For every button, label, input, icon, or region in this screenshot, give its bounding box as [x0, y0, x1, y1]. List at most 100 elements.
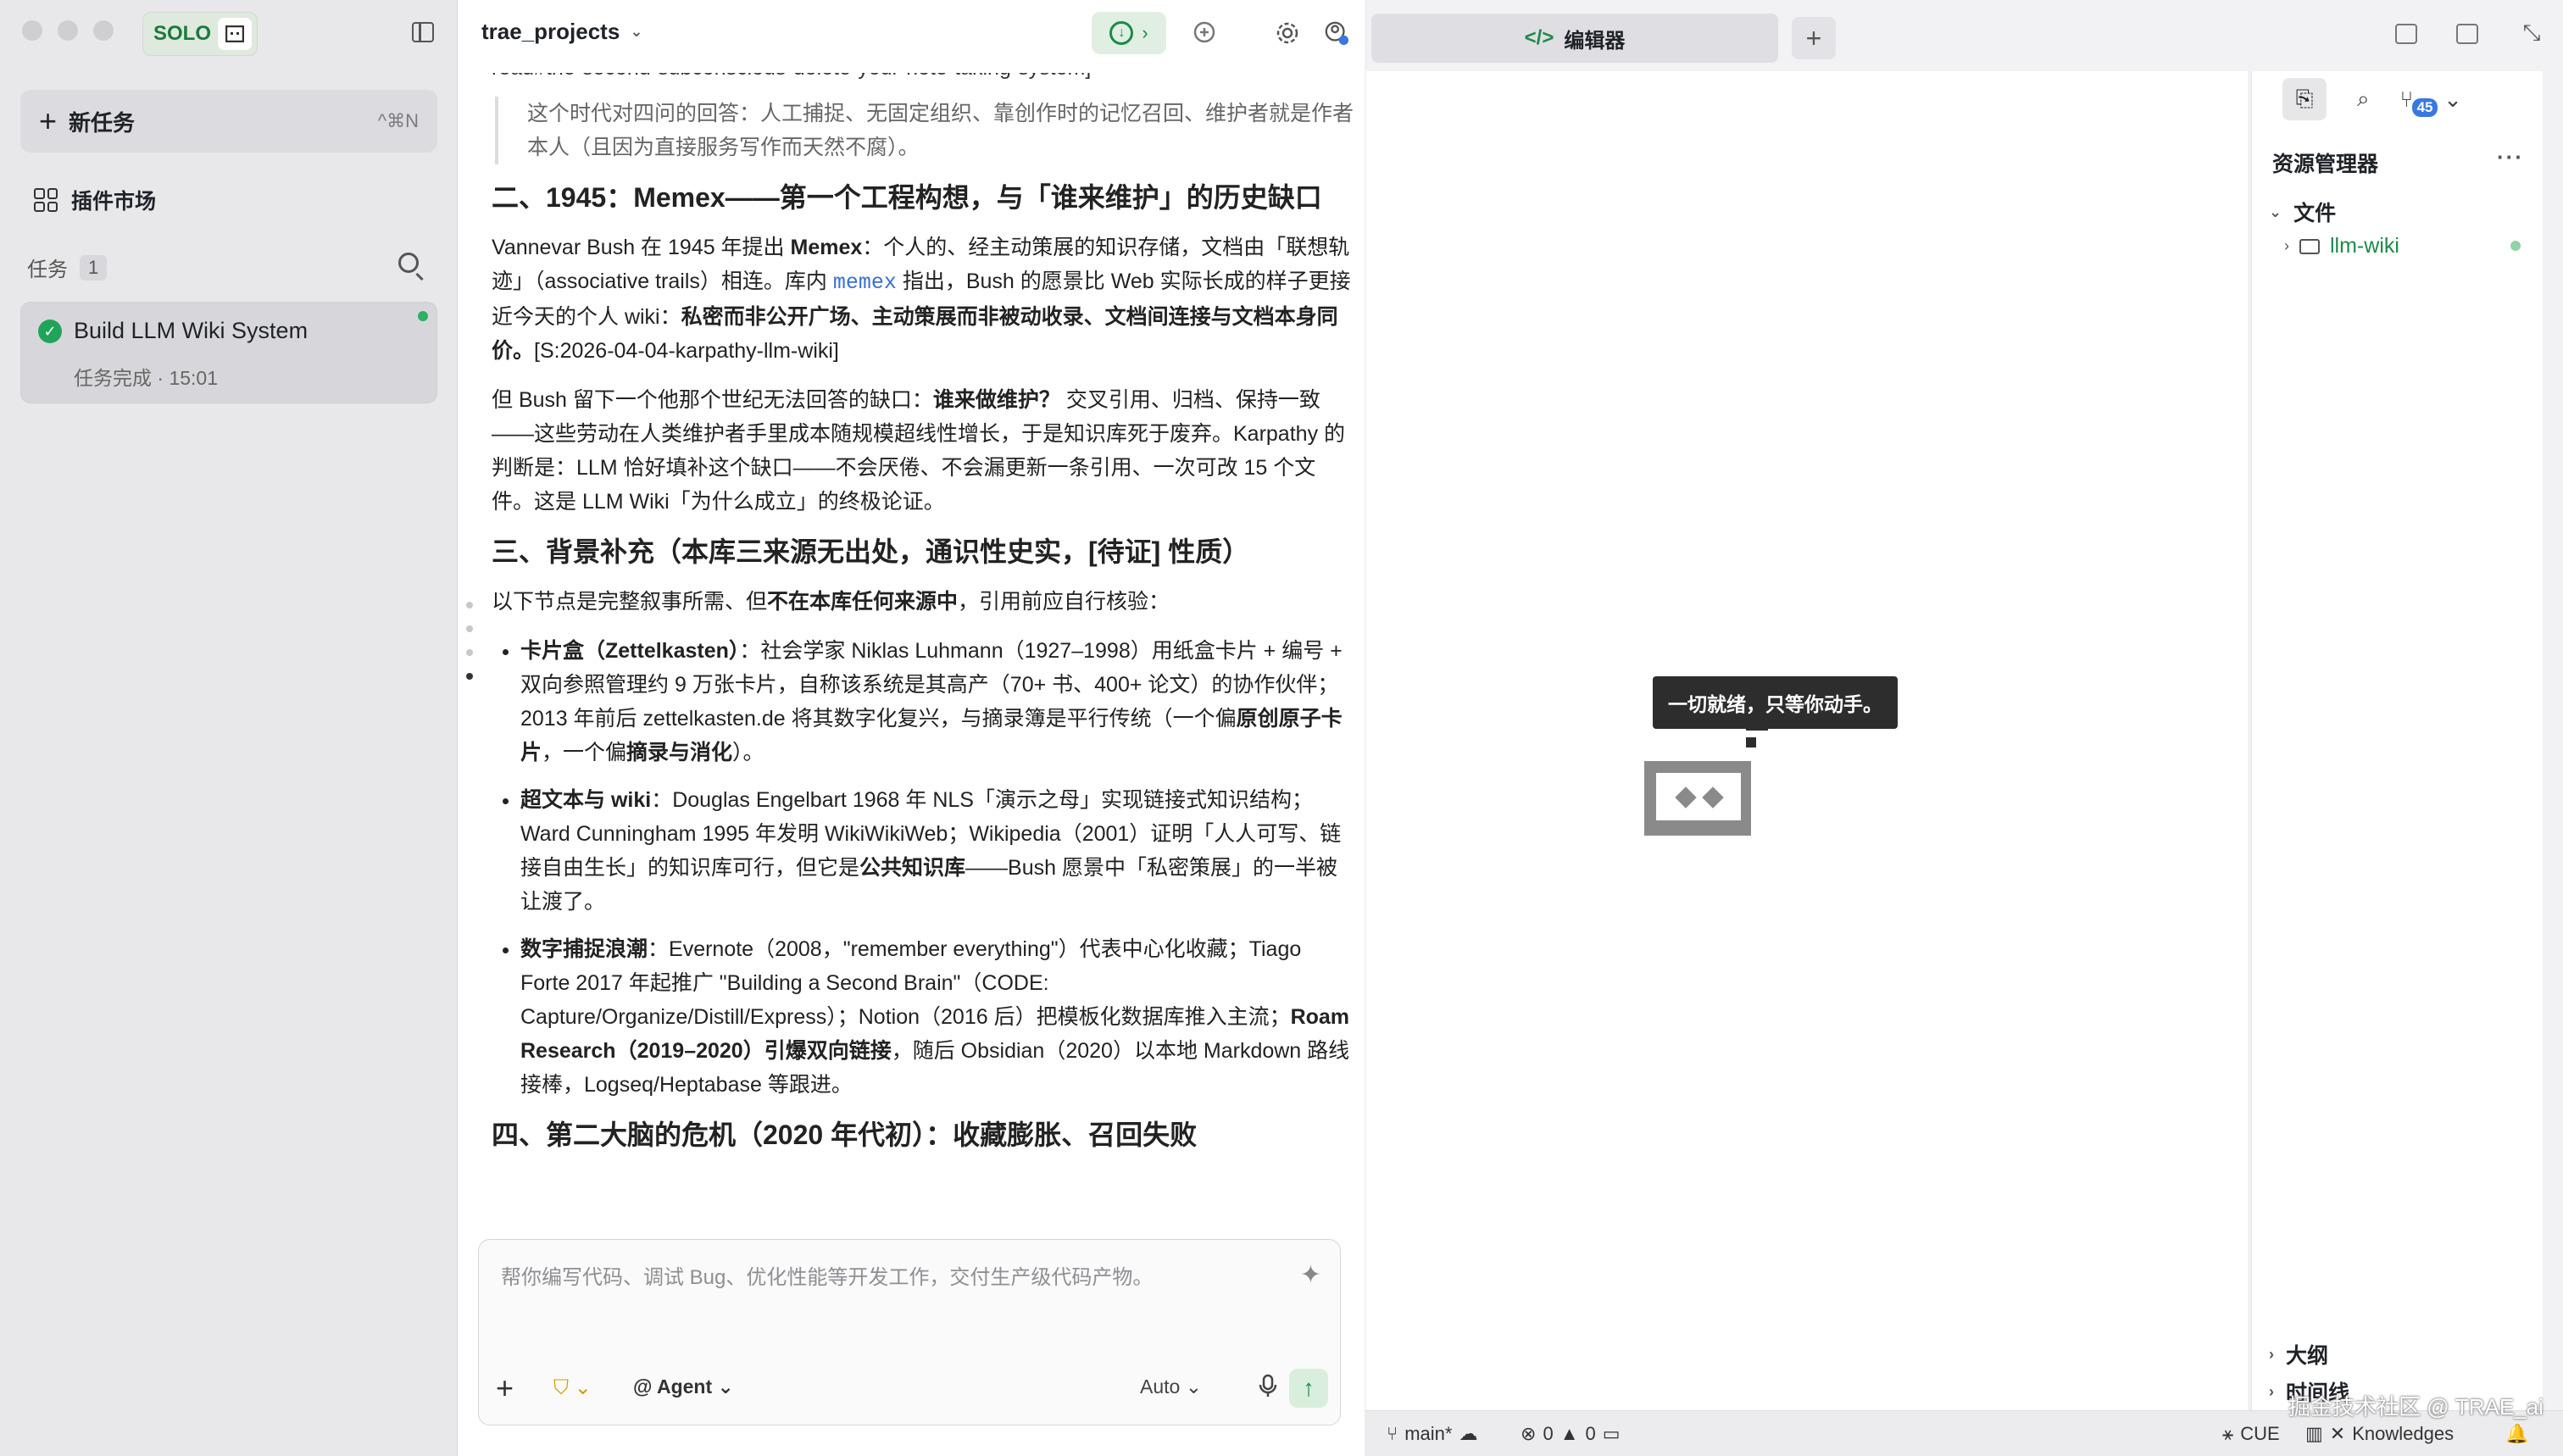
- agent-label: @ Agent: [633, 1375, 713, 1398]
- new-task-button[interactable]: + 新任务 ^⌘N: [20, 90, 437, 153]
- knowledges-button[interactable]: ▥ ✕ Knowledges: [2305, 1423, 2454, 1445]
- task-title: Build LLM Wiki System: [74, 318, 309, 343]
- source-control-icon[interactable]: ⑂ 45: [2400, 86, 2438, 117]
- search-files-icon[interactable]: ⌕: [2357, 86, 2370, 113]
- file-explorer: ⎘ ⌕ ⑂ 45 ⌄ 资源管理器 ··· ⌄ 文件 › llm-wiki › 大纲…: [2251, 71, 2543, 1412]
- model-label: Auto: [1140, 1375, 1181, 1398]
- send-button[interactable]: ↑: [1289, 1369, 1328, 1408]
- git-branch-icon: ⑂: [1387, 1423, 1398, 1444]
- tasks-label: 任务: [27, 258, 68, 281]
- section-heading: 二、1945：Memex——第一个工程构想，与「谁来维护」的历史缺口: [492, 182, 1322, 213]
- list-item: 超文本与 wiki：Douglas Engelbart 1968 年 NLS「演…: [520, 783, 1356, 919]
- modified-dot: [2510, 241, 2521, 251]
- more-icon[interactable]: ···: [2497, 144, 2524, 170]
- gear-icon[interactable]: [1275, 20, 1300, 46]
- error-count: 0: [1543, 1423, 1554, 1444]
- files-section-header[interactable]: ⌄ 文件: [2269, 197, 2336, 227]
- add-tab-button[interactable]: +: [1792, 17, 1836, 59]
- warning-icon: ▲: [1559, 1423, 1579, 1444]
- minimize-window-button[interactable]: [58, 20, 78, 41]
- chevron-down-icon[interactable]: ⌄: [2443, 86, 2462, 113]
- panel-right-icon[interactable]: [2456, 24, 2478, 44]
- tasks-count-badge: 1: [80, 254, 108, 281]
- tab-editor[interactable]: </> 编辑器: [1371, 14, 1778, 63]
- input-placeholder: 帮你编写代码、调试 Bug、优化性能等开发工作，交付生产级代码产物。: [501, 1266, 1154, 1289]
- warning-count: 0: [1585, 1423, 1596, 1444]
- task-item[interactable]: ✓ Build LLM Wiki System 任务完成 · 15:01: [20, 302, 437, 403]
- plus-icon: +: [39, 103, 58, 138]
- project-selector[interactable]: trae_projects ⌄: [481, 19, 642, 45]
- new-chat-icon[interactable]: [1192, 20, 1217, 46]
- task-status: 任务完成 · 15:01: [74, 367, 218, 389]
- left-sidebar: SOLO + 新任务 ^⌘N 插件市场 任务 1 ✓ Build LLM Wik…: [0, 0, 458, 1456]
- list-item: 数字捕捉浪潮：Evernote（2008，"remember everythin…: [520, 932, 1356, 1102]
- inline-code[interactable]: memex: [833, 270, 897, 295]
- list-item: 卡片盒（Zettelkasten）：社会学家 Niklas Luhmann（19…: [520, 634, 1356, 770]
- empty-state-tooltip: 一切就绪，只等你动手。: [1653, 676, 1898, 729]
- microphone-icon[interactable]: [1259, 1374, 1277, 1403]
- paragraph: 以下节点是完整叙事所需、但不在本库任何来源中，引用前应自行核验：: [492, 590, 1170, 614]
- solo-mode-toggle[interactable]: SOLO: [142, 12, 258, 56]
- code-icon: </>: [1524, 26, 1554, 49]
- plugin-market-link[interactable]: 插件市场: [34, 185, 156, 215]
- blockquote: 这个时代对四问的回答：人工捕捉、无固定组织、靠创作时的记忆召回、维护者就是作者本…: [495, 97, 1356, 164]
- message-content: read#the-second-subconscious-delete-your…: [492, 73, 1356, 1212]
- link-text: read#the-second-subconscious-delete-your…: [492, 73, 1356, 85]
- panel-bottom-icon[interactable]: [2395, 24, 2417, 44]
- folder-name: llm-wiki: [2330, 234, 2399, 258]
- add-attachment-button[interactable]: +: [496, 1370, 514, 1406]
- collapse-icon[interactable]: ⤡: [2519, 19, 2544, 46]
- new-task-shortcut: ^⌘N: [377, 110, 419, 131]
- plugins-icon: [34, 188, 58, 212]
- chevron-right-icon: ›: [2269, 1345, 2274, 1363]
- problems-indicator[interactable]: ⊗ 0 ▲ 0 ▭: [1521, 1423, 1621, 1445]
- download-button[interactable]: ↓ ›: [1092, 12, 1166, 54]
- tasks-header: 任务 1: [27, 253, 108, 282]
- sidebar-toggle-icon[interactable]: [412, 22, 434, 42]
- explorer-toolbar: ⎘ ⌕ ⑂ 45 ⌄: [2252, 71, 2543, 127]
- section-heading: 三、背景补充（本库三来源无出处，通识性史实，[待证] 性质）: [492, 536, 1250, 567]
- robot-icon: [1636, 720, 1768, 847]
- watermark: 掘金技术社区 @ TRAE_ai: [2288, 1394, 2544, 1420]
- robot-icon: [218, 18, 252, 50]
- sparkle-icon[interactable]: ✦: [1300, 1260, 1321, 1290]
- language-label: CUE: [2240, 1423, 2280, 1444]
- model-selector[interactable]: Auto ⌄: [1140, 1375, 1202, 1398]
- branch-name: main*: [1404, 1423, 1453, 1444]
- zoom-window-button[interactable]: [93, 20, 114, 41]
- tab-label: 编辑器: [1564, 29, 1626, 53]
- outline-nav-dots[interactable]: [466, 602, 473, 680]
- check-circle-icon: ✓: [38, 320, 62, 343]
- chevron-down-icon: ⌄: [2269, 203, 2282, 220]
- files-label: 文件: [2293, 202, 2337, 225]
- search-icon[interactable]: [398, 253, 419, 273]
- language-mode[interactable]: ⚹ CUE: [2222, 1423, 2280, 1445]
- terminal-icon: ▭: [1602, 1423, 1621, 1444]
- folder-icon: [2299, 238, 2320, 254]
- knowledges-label: Knowledges: [2352, 1423, 2455, 1444]
- input-toolbar: + ⛉ ⌄ @ Agent ⌄ Auto ⌄ ↑: [479, 1353, 1340, 1425]
- bell-icon[interactable]: 🔔: [2505, 1423, 2528, 1445]
- cloud-sync-icon: ☁: [1459, 1423, 1478, 1444]
- branch-indicator[interactable]: ⑂ main* ☁: [1387, 1423, 1477, 1445]
- agent-selector[interactable]: @ Agent ⌄: [633, 1375, 734, 1398]
- chat-panel: trae_projects ⌄ ↓ › read#the-second-subc…: [458, 0, 1365, 1456]
- unread-dot: [418, 311, 428, 321]
- window-controls: [22, 20, 114, 41]
- files-icon[interactable]: ⎘: [2282, 78, 2327, 120]
- outline-section-header[interactable]: › 大纲: [2269, 1339, 2540, 1370]
- chevron-right-icon: ›: [2269, 1382, 2274, 1400]
- chat-input-box[interactable]: 帮你编写代码、调试 Bug、优化性能等开发工作，交付生产级代码产物。 ✦ + ⛉…: [478, 1239, 1341, 1425]
- download-icon: ↓: [1109, 21, 1134, 45]
- shield-icon[interactable]: ⛉ ⌄: [553, 1375, 592, 1400]
- app-window: SOLO + 新任务 ^⌘N 插件市场 任务 1 ✓ Build LLM Wik…: [0, 0, 2563, 1456]
- section-heading: 四、第二大脑的危机（2020 年代初）：收藏膨胀、召回失败: [492, 1120, 1198, 1150]
- account-icon[interactable]: [1324, 20, 1349, 46]
- project-name: trae_projects: [481, 19, 620, 44]
- bullet-list: 卡片盒（Zettelkasten）：社会学家 Niklas Luhmann（19…: [492, 634, 1356, 1102]
- error-icon: ⊗: [1521, 1423, 1537, 1444]
- folder-item[interactable]: › llm-wiki: [2284, 234, 2399, 258]
- close-window-button[interactable]: [22, 20, 42, 41]
- explorer-title: 资源管理器: [2272, 153, 2379, 176]
- book-icon: ▥: [2305, 1423, 2323, 1444]
